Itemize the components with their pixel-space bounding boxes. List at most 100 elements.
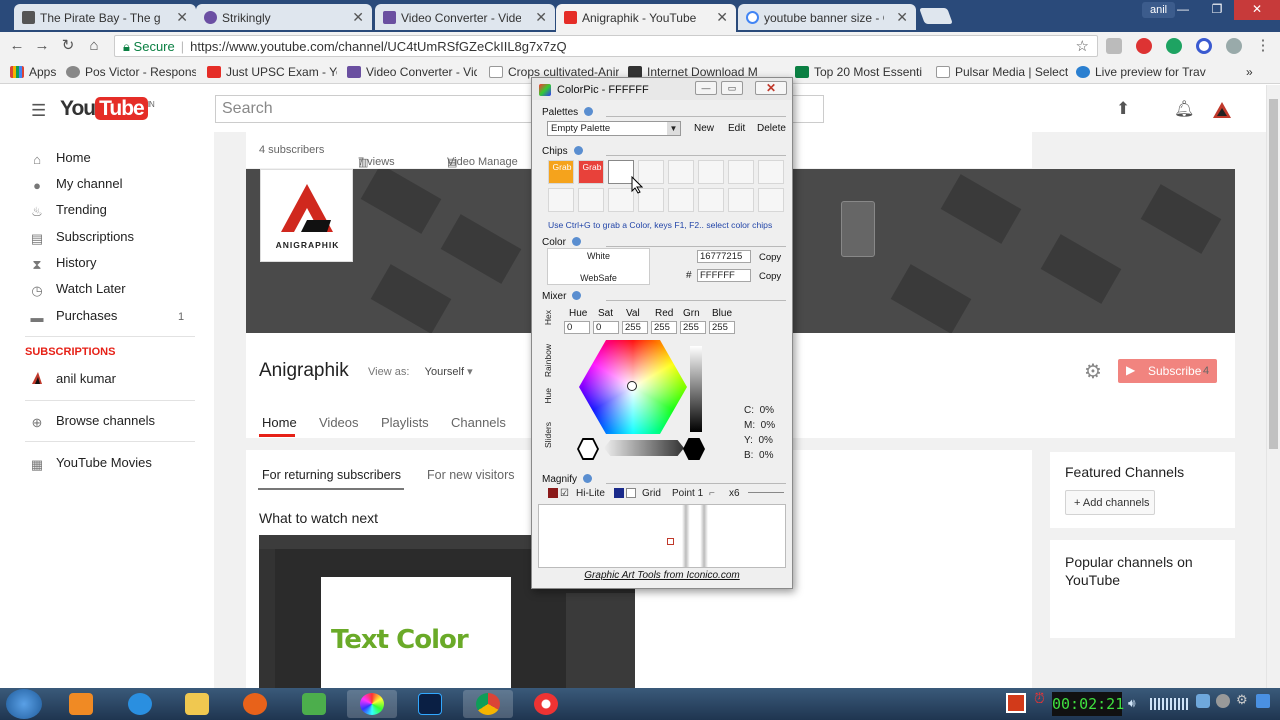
color-chip[interactable] — [668, 188, 694, 212]
grid-color-swatch[interactable] — [614, 488, 624, 498]
tray-settings-icon[interactable]: ⚙ — [1236, 692, 1248, 708]
more-bookmarks-icon[interactable]: » — [1246, 65, 1253, 79]
taskbar-chrome[interactable] — [463, 690, 513, 718]
stop-recording-icon[interactable] — [1006, 693, 1026, 713]
hilite-color-swatch[interactable] — [548, 488, 558, 498]
tab-returning-subscribers[interactable]: For returning subscribers — [262, 468, 401, 482]
tray-app-icon[interactable] — [1196, 694, 1210, 708]
value-slider[interactable] — [690, 346, 702, 432]
taskbar-photoshop[interactable] — [405, 690, 455, 718]
close-tab-icon[interactable]: ✕ — [176, 9, 188, 26]
sidebar-item-youtube-movies[interactable]: ▦ YouTube Movies — [30, 455, 152, 477]
decimal-value-field[interactable]: 16777215 — [697, 250, 751, 263]
address-bar[interactable]: 🔒︎ Secure | https://www.youtube.com/channe… — [114, 35, 1098, 57]
maximize-icon[interactable]: ▭ — [721, 81, 743, 95]
back-arrow-icon[interactable]: ← — [8, 37, 26, 55]
close-tab-icon[interactable]: ✕ — [535, 9, 547, 26]
mixer-tab-hue[interactable]: Hue — [543, 388, 557, 404]
tab-pirate-bay[interactable]: The Pirate Bay - The gal ✕ — [14, 4, 196, 30]
color-chip[interactable] — [728, 188, 754, 212]
mixer-tab-sliders[interactable]: Sliders — [543, 422, 557, 448]
tab-home[interactable]: Home — [262, 415, 297, 430]
edit-palette-button[interactable]: Edit — [728, 123, 745, 134]
tab-new-visitors[interactable]: For new visitors — [427, 468, 515, 482]
bookmark-star-icon[interactable]: ☆ — [1076, 37, 1089, 55]
page-scrollbar[interactable] — [1266, 85, 1280, 688]
start-button[interactable] — [6, 689, 42, 719]
bookmark-video-converter[interactable]: Video Converter - Vid — [347, 65, 477, 79]
network-icon[interactable] — [1256, 694, 1270, 708]
tab-video-converter[interactable]: Video Converter - Video ✕ — [375, 4, 555, 30]
taskbar-camtasia[interactable] — [289, 690, 339, 718]
maximize-icon[interactable]: ❐ — [1200, 0, 1234, 20]
hilite-checkbox[interactable]: ☑ — [560, 488, 569, 499]
taskbar-file-explorer[interactable] — [172, 690, 222, 718]
volume-icon[interactable]: 🔊︎ — [1128, 696, 1136, 711]
volume-bars[interactable] — [1150, 698, 1190, 710]
wheel-selection-marker[interactable] — [627, 381, 637, 391]
iconico-link[interactable]: Graphic Art Tools from Iconico.com — [532, 570, 792, 581]
copy-decimal-button[interactable]: Copy — [759, 252, 781, 263]
colorpic-titlebar[interactable]: ColorPic - FFFFFF — [532, 78, 792, 100]
close-window-icon[interactable]: ✕ — [1234, 0, 1280, 20]
taskbar-colorpic[interactable] — [347, 690, 397, 718]
forward-arrow-icon[interactable]: → — [33, 37, 51, 55]
alarm-clock-icon[interactable]: ⏰︎ — [1034, 690, 1045, 707]
sidebar-item-home[interactable]: ⌂ Home — [30, 150, 91, 172]
red-field[interactable]: 255 — [651, 321, 677, 334]
sat-field[interactable]: 0 — [593, 321, 619, 334]
block-extension-icon[interactable] — [1196, 38, 1212, 54]
scrollbar-thumb[interactable] — [1269, 99, 1278, 449]
sidebar-item-my-channel[interactable]: ● My channel — [30, 176, 122, 198]
hex-value-field[interactable]: FFFFFF — [697, 269, 751, 282]
val-field[interactable]: 255 — [622, 321, 648, 334]
color-chip[interactable] — [548, 188, 574, 212]
color-chip[interactable]: Grab — [578, 160, 604, 184]
point-slider-icon[interactable]: ⌐ — [709, 488, 715, 499]
bookmark-pulsar[interactable]: Pulsar Media | Selecte — [936, 65, 1068, 79]
collapse-dot-icon[interactable] — [571, 237, 581, 246]
hue-field[interactable]: 0 — [564, 321, 590, 334]
zoom-slider[interactable] — [748, 492, 784, 493]
color-chip[interactable] — [758, 160, 784, 184]
close-tab-icon[interactable]: ✕ — [896, 9, 908, 26]
sidebar-item-history[interactable]: ⧗ History — [30, 255, 96, 277]
collapse-dot-icon[interactable] — [583, 474, 593, 483]
account-avatar-icon[interactable] — [1212, 100, 1232, 120]
taskbar-media-player[interactable] — [56, 690, 106, 718]
sidebar-item-purchases[interactable]: ▬ Purchases — [30, 308, 118, 330]
bookmark-top-20[interactable]: Top 20 Most Essenti — [795, 65, 925, 79]
tab-playlists[interactable]: Playlists — [381, 415, 429, 430]
tab-channels[interactable]: Channels — [451, 415, 506, 430]
tab-google-search[interactable]: youtube banner size - Go ✕ — [738, 4, 916, 30]
green-field[interactable]: 255 — [680, 321, 706, 334]
sidebar-item-watch-later[interactable]: ◷ Watch Later — [30, 281, 125, 303]
sidebar-item-trending[interactable]: ♨ Trending — [30, 202, 107, 224]
search-input[interactable]: Search — [215, 95, 535, 123]
tab-strikingly[interactable]: Strikingly ✕ — [196, 4, 372, 30]
new-tab-button[interactable] — [919, 8, 953, 24]
red-extension-icon[interactable] — [1136, 38, 1152, 54]
minimize-icon[interactable]: — — [695, 81, 717, 95]
search-button[interactable] — [792, 95, 824, 123]
channel-settings-gear-icon[interactable]: ⚙ — [1084, 359, 1102, 384]
minimize-icon[interactable]: — — [1166, 0, 1200, 20]
guide-menu-icon[interactable]: ☰ — [31, 101, 46, 121]
color-chip[interactable] — [578, 188, 604, 212]
green-extension-icon[interactable] — [1166, 38, 1182, 54]
mixer-tab-hex[interactable]: Hex — [543, 310, 557, 325]
taskbar-recorder[interactable] — [521, 690, 571, 718]
grid-checkbox[interactable] — [626, 488, 636, 498]
subscription-anil-kumar[interactable]: anil kumar — [30, 371, 116, 393]
copy-hex-button[interactable]: Copy — [759, 271, 781, 282]
youtube-logo[interactable]: You Tube IN — [60, 97, 155, 123]
upload-icon[interactable]: ⬆ — [1116, 99, 1130, 119]
color-chip[interactable] — [668, 160, 694, 184]
collapse-dot-icon[interactable] — [584, 107, 594, 116]
bookmark-live-preview[interactable]: Live preview for Trave — [1076, 65, 1206, 79]
new-palette-button[interactable]: New — [694, 123, 714, 134]
color-chip[interactable] — [728, 160, 754, 184]
sidebar-item-browse-channels[interactable]: ⊕ Browse channels — [30, 413, 155, 435]
sidebar-item-subscriptions[interactable]: ▤ Subscriptions — [30, 229, 134, 251]
color-chip[interactable] — [698, 160, 724, 184]
